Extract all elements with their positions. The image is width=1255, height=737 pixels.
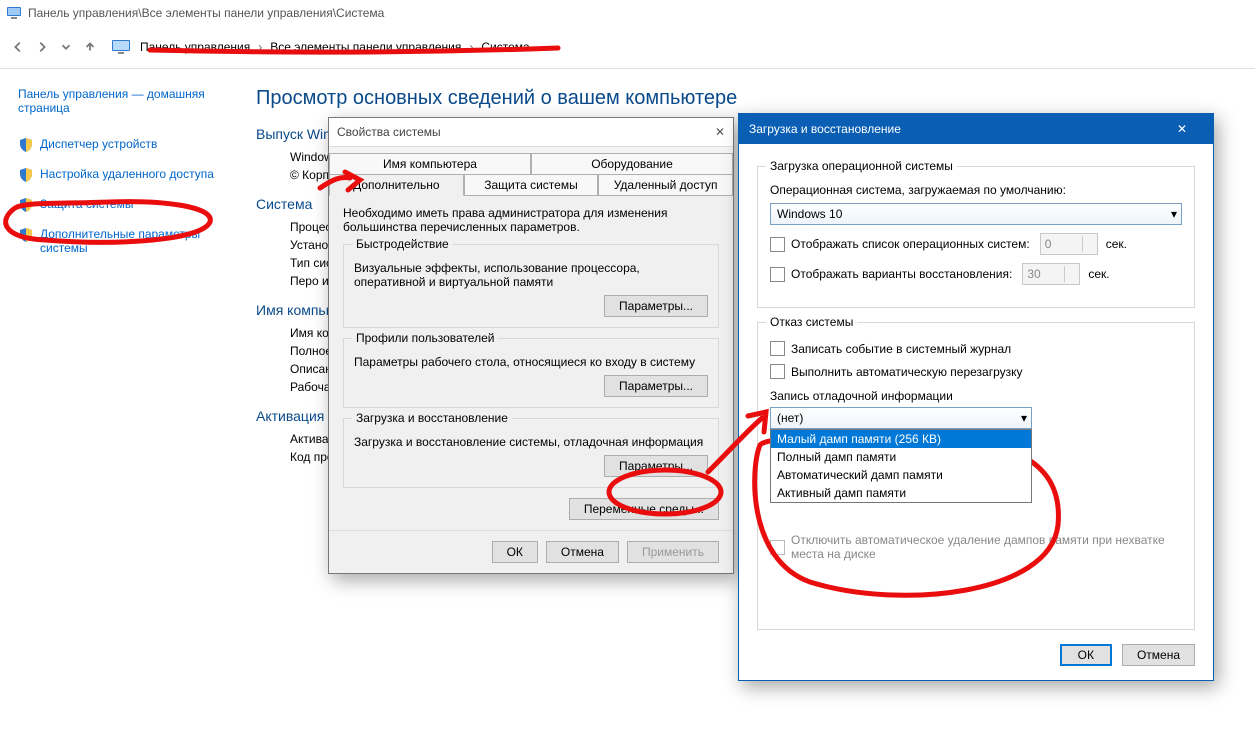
checkbox-label: Отображать варианты восстановления:: [791, 267, 1012, 281]
dump-option-full[interactable]: Полный дамп памяти: [771, 448, 1031, 466]
default-os-combo[interactable]: Windows 10 ▾: [770, 203, 1182, 225]
combo-value: Windows 10: [777, 207, 842, 221]
dump-option-active[interactable]: Активный дамп памяти: [771, 484, 1031, 502]
profiles-group: Профили пользователей Параметры рабочего…: [343, 338, 719, 408]
startup-group: Загрузка и восстановление Загрузка и вос…: [343, 418, 719, 488]
disable-auto-delete-checkbox[interactable]: [770, 540, 785, 555]
dump-label: Запись отладочной информации: [770, 389, 1182, 403]
dialog-title: Загрузка и восстановление: [749, 122, 901, 136]
group-text: Визуальные эффекты, использование процес…: [354, 261, 708, 289]
sidebar-item-protection[interactable]: Защита системы: [40, 197, 133, 211]
computer-icon: [6, 5, 22, 21]
tab-protection[interactable]: Защита системы: [464, 174, 599, 196]
dump-combo[interactable]: (нет) ▾: [770, 407, 1032, 429]
computer-icon: [112, 40, 130, 54]
back-button[interactable]: [6, 35, 30, 59]
dialog-button-row: ОК Отмена Применить: [329, 530, 733, 573]
shield-icon: [18, 227, 34, 243]
dump-option-small[interactable]: Малый дамп памяти (256 КВ): [771, 430, 1031, 448]
checkbox-label: Отображать список операционных систем:: [791, 237, 1030, 251]
dialog-titlebar[interactable]: Свойства системы ✕: [329, 118, 733, 147]
forward-button[interactable]: [30, 35, 54, 59]
tab-remote[interactable]: Удаленный доступ: [598, 174, 733, 196]
group-legend: Отказ системы: [766, 315, 857, 329]
performance-group: Быстродействие Визуальные эффекты, испол…: [343, 244, 719, 328]
group-legend: Профили пользователей: [352, 331, 498, 345]
group-legend: Загрузка операционной системы: [766, 159, 957, 173]
dialog-titlebar[interactable]: Загрузка и восстановление ✕: [739, 114, 1213, 144]
shield-icon: [18, 197, 34, 213]
ok-button[interactable]: ОК: [492, 541, 538, 563]
seconds-label: сек.: [1106, 237, 1127, 251]
dump-dropdown: Малый дамп памяти (256 КВ) Полный дамп п…: [770, 429, 1032, 503]
os-list-seconds-spin[interactable]: 0: [1040, 233, 1098, 255]
tab-computer-name[interactable]: Имя компьютера: [329, 153, 531, 175]
cancel-button[interactable]: Отмена: [546, 541, 619, 563]
failure-group: Отказ системы Записать событие в системн…: [757, 322, 1195, 630]
tab-hardware[interactable]: Оборудование: [531, 153, 733, 175]
group-text: Параметры рабочего стола, относящиеся ко…: [354, 355, 708, 369]
group-text: Загрузка и восстановление системы, отлад…: [354, 435, 708, 449]
note-text: Необходимо иметь права администратора дл…: [343, 206, 719, 234]
window-title: Панель управления\Все элементы панели уп…: [28, 6, 384, 20]
breadcrumb[interactable]: Панель управления › Все элементы панели …: [112, 40, 534, 54]
nav-bar: Панель управления › Все элементы панели …: [0, 26, 1255, 69]
combo-value: (нет): [777, 411, 803, 425]
shield-icon: [18, 137, 34, 153]
checkbox-label: Записать событие в системный журнал: [791, 342, 1011, 356]
chevron-down-icon: ▾: [1171, 207, 1177, 221]
show-os-list-checkbox[interactable]: [770, 237, 785, 252]
recovery-seconds-spin[interactable]: 30: [1022, 263, 1080, 285]
performance-settings-button[interactable]: Параметры...: [604, 295, 708, 317]
dialog-title: Свойства системы: [337, 125, 441, 139]
sidebar-home-link[interactable]: Панель управления — домашняя страница: [18, 87, 236, 115]
history-dropdown[interactable]: [54, 35, 78, 59]
cancel-button[interactable]: Отмена: [1122, 644, 1195, 666]
close-icon[interactable]: ✕: [1161, 114, 1203, 144]
profiles-settings-button[interactable]: Параметры...: [604, 375, 708, 397]
breadcrumb-item[interactable]: Система: [477, 40, 533, 54]
up-button[interactable]: [78, 35, 102, 59]
chevron-right-icon: ›: [465, 40, 477, 54]
auto-restart-checkbox[interactable]: [770, 364, 785, 379]
chevron-down-icon: ▾: [1021, 411, 1027, 425]
shield-icon: [18, 167, 34, 183]
window-titlebar: Панель управления\Все элементы панели уп…: [0, 0, 1255, 26]
ok-button[interactable]: ОК: [1060, 644, 1112, 666]
show-recovery-checkbox[interactable]: [770, 267, 785, 282]
dump-option-auto[interactable]: Автоматический дамп памяти: [771, 466, 1031, 484]
apply-button[interactable]: Применить: [627, 541, 719, 563]
default-os-label: Операционная система, загружаемая по умо…: [770, 183, 1182, 197]
startup-recovery-dialog: Загрузка и восстановление ✕ Загрузка опе…: [738, 113, 1214, 681]
sidebar-item-device-manager[interactable]: Диспетчер устройств: [40, 137, 157, 151]
page-title: Просмотр основных сведений о вашем компь…: [256, 87, 737, 110]
env-vars-button[interactable]: Переменные среды...: [569, 498, 719, 520]
checkbox-label: Отключить автоматическое удаление дампов…: [791, 533, 1182, 561]
group-legend: Быстродействие: [352, 237, 453, 251]
system-properties-dialog: Свойства системы ✕ Имя компьютера Оборуд…: [328, 117, 734, 574]
chevron-right-icon: ›: [254, 40, 266, 54]
sidebar-item-advanced[interactable]: Дополнительные параметры системы: [40, 227, 236, 255]
sidebar: Панель управления — домашняя страница Ди…: [0, 69, 236, 486]
breadcrumb-item[interactable]: Все элементы панели управления: [266, 40, 465, 54]
group-legend: Загрузка и восстановление: [352, 411, 512, 425]
breadcrumb-item[interactable]: Панель управления: [136, 40, 254, 54]
seconds-label: сек.: [1088, 267, 1109, 281]
startup-settings-button[interactable]: Параметры...: [604, 455, 708, 477]
write-event-checkbox[interactable]: [770, 341, 785, 356]
close-icon[interactable]: ✕: [715, 125, 725, 139]
sidebar-item-remote[interactable]: Настройка удаленного доступа: [40, 167, 214, 181]
checkbox-label: Выполнить автоматическую перезагрузку: [791, 365, 1023, 379]
tab-strip: Имя компьютера Оборудование Дополнительн…: [329, 147, 733, 195]
tab-advanced[interactable]: Дополнительно: [329, 174, 464, 196]
boot-group: Загрузка операционной системы Операционн…: [757, 166, 1195, 308]
